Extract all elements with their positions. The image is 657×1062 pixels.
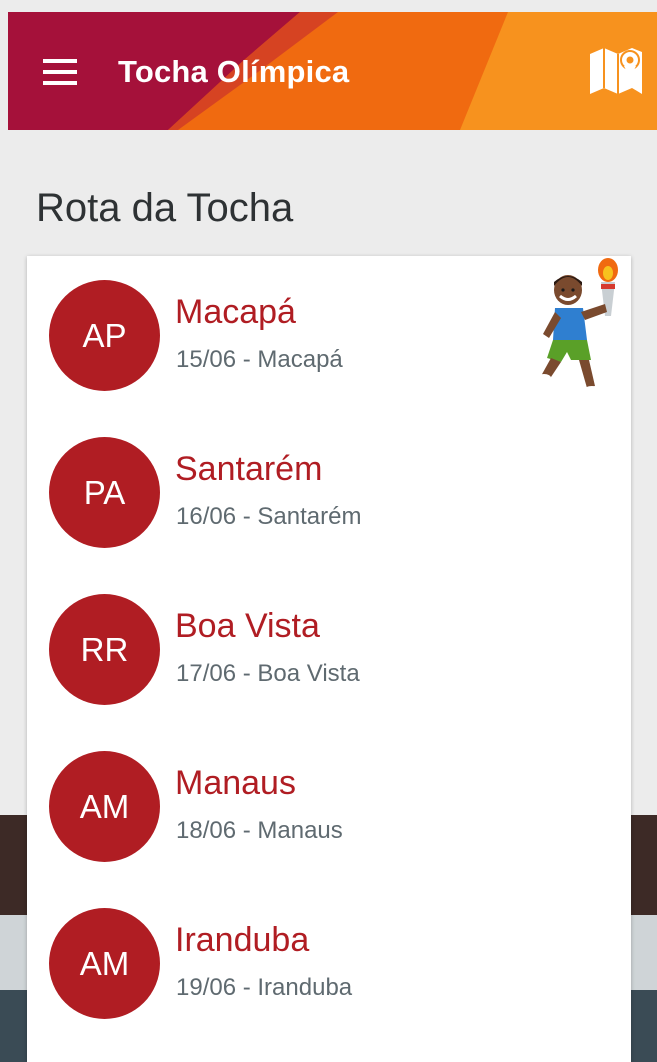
page-title: Rota da Tocha <box>36 186 294 230</box>
route-city-name: Boa Vista <box>175 607 320 645</box>
route-city-name: Manaus <box>175 764 296 802</box>
app-bar: Tocha Olímpica <box>8 12 657 130</box>
route-city-name: Macapá <box>175 293 296 331</box>
map-button[interactable] <box>587 42 645 100</box>
route-city-name: Santarém <box>175 450 323 488</box>
route-date-detail: 17/06 - Boa Vista <box>176 660 360 687</box>
route-city-name: Iranduba <box>175 921 310 959</box>
route-item-iranduba[interactable]: AM Iranduba 19/06 - Iranduba <box>27 884 631 1040</box>
route-date-detail: 16/06 - Santarém <box>176 503 362 530</box>
state-avatar: AM <box>49 908 160 1019</box>
route-list-card: AP Macapá 15/06 - Macapá PA Santarém 16/… <box>27 256 631 1062</box>
hamburger-menu-icon <box>43 59 77 85</box>
menu-button[interactable] <box>38 50 82 94</box>
map-pin-icon <box>590 48 642 94</box>
state-avatar: AP <box>49 280 160 391</box>
state-avatar: AM <box>49 751 160 862</box>
route-item-manaus[interactable]: AM Manaus 18/06 - Manaus <box>27 727 631 883</box>
route-date-detail: 19/06 - Iranduba <box>176 974 353 1001</box>
route-date-detail: 18/06 - Manaus <box>176 817 343 844</box>
route-date-detail: 15/06 - Macapá <box>176 346 343 373</box>
route-item-santarem[interactable]: PA Santarém 16/06 - Santarém <box>27 413 631 569</box>
state-avatar: RR <box>49 594 160 705</box>
route-item-macapa[interactable]: AP Macapá 15/06 - Macapá <box>27 256 631 412</box>
app-title: Tocha Olímpica <box>118 54 350 89</box>
state-avatar: PA <box>49 437 160 548</box>
route-item-boa-vista[interactable]: RR Boa Vista 17/06 - Boa Vista <box>27 570 631 726</box>
